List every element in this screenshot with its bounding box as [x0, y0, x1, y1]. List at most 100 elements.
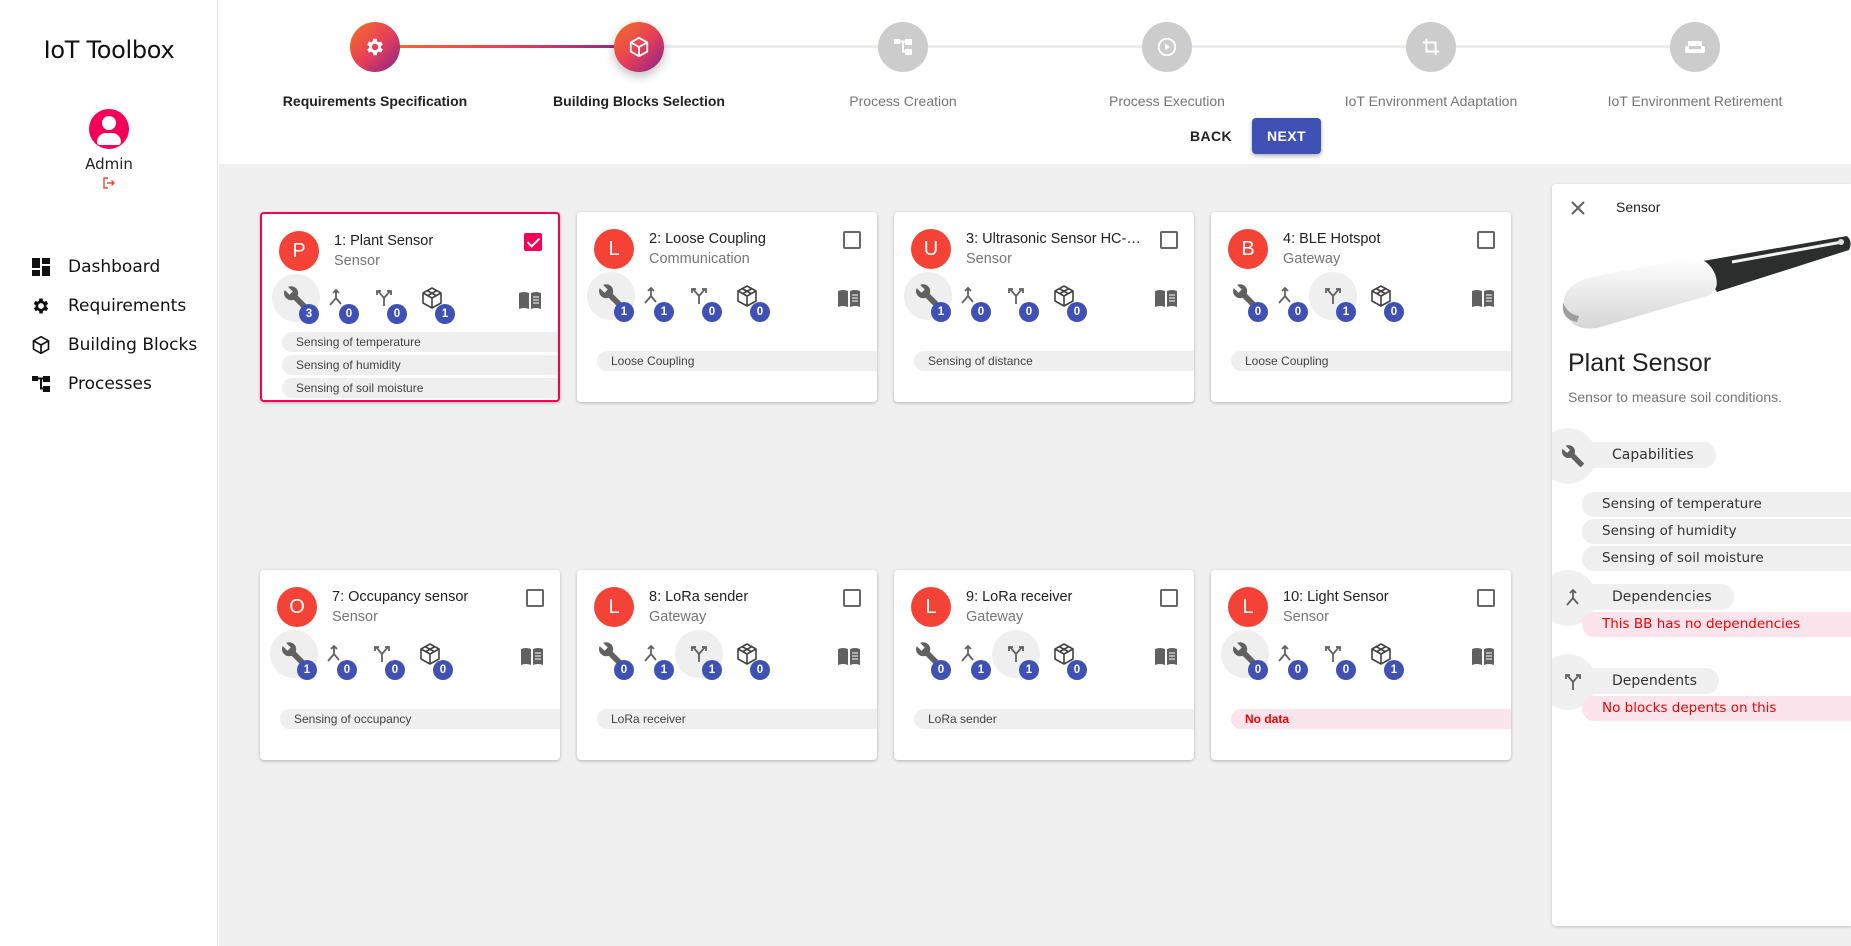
step-process-creation[interactable]: Process Creation [803, 22, 1003, 109]
dependents-stat[interactable]: 0 [992, 272, 1040, 322]
section-title: Dependents [1592, 668, 1719, 694]
documentation-book-icon[interactable] [1471, 288, 1495, 308]
resources-count-badge: 1 [435, 304, 455, 324]
select-checkbox[interactable] [524, 233, 542, 251]
step-iot-environment-adaptation[interactable]: IoT Environment Adaptation [1331, 22, 1531, 109]
card-title: 3: Ultrasonic Sensor HC-S... [966, 231, 1146, 247]
sidebar-item-requirements[interactable]: Requirements [0, 286, 218, 325]
dependencies-stat[interactable]: 0 [1261, 630, 1309, 680]
sidebar-item-building-blocks[interactable]: Building Blocks [0, 325, 218, 364]
dependencies-stat[interactable]: 1 [944, 630, 992, 680]
section-title: Capabilities [1592, 442, 1716, 468]
dependents-stat[interactable]: 1 [1309, 272, 1357, 322]
resources-stat[interactable]: 0 [723, 630, 771, 680]
dependents-stat[interactable]: 0 [1309, 630, 1357, 680]
user-avatar[interactable] [89, 109, 129, 149]
stepper-bar: Requirements Specification Building Bloc… [219, 0, 1851, 164]
dependents-stat[interactable]: 0 [358, 630, 406, 680]
building-block-card[interactable]: B 4: BLE Hotspot Gateway 0 0 1 0 Loose Coupling [1211, 212, 1511, 402]
select-checkbox[interactable] [1477, 231, 1495, 249]
capability-chip: Sensing of soil moisture [282, 378, 558, 398]
documentation-book-icon[interactable] [520, 646, 544, 666]
documentation-book-icon[interactable] [837, 288, 861, 308]
capability-chips: Sensing of temperature Sensing of humidit… [282, 332, 558, 400]
select-checkbox[interactable] [1160, 589, 1178, 607]
step-process-execution[interactable]: Process Execution [1067, 22, 1267, 109]
step-requirements-specification[interactable]: Requirements Specification [275, 22, 475, 109]
resources-stat[interactable]: 0 [1040, 630, 1088, 680]
card-stats: 1100 [587, 272, 867, 322]
card-type: Gateway [649, 609, 707, 625]
dependents-count-badge: 1 [1336, 302, 1356, 322]
dependents-count-badge: 1 [702, 660, 722, 680]
sidebar-item-processes[interactable]: Processes [0, 364, 218, 403]
card-type: Sensor [332, 609, 378, 625]
select-checkbox[interactable] [526, 589, 544, 607]
select-checkbox[interactable] [843, 589, 861, 607]
card-avatar: L [1228, 587, 1268, 627]
building-block-card[interactable]: L 2: Loose Coupling Communication 1 1 0 0 Loose… [577, 212, 877, 402]
building-block-card[interactable]: L 9: LoRa receiver Gateway 0 1 1 0 LoRa sender [894, 570, 1194, 760]
step-label: Requirements Specification [282, 93, 468, 109]
documentation-book-icon[interactable] [1154, 646, 1178, 666]
dependencies-stat[interactable]: 1 [627, 272, 675, 322]
dependents-count-badge: 0 [702, 302, 722, 322]
dependents-stat[interactable]: 0 [360, 274, 408, 324]
dependencies-stat[interactable]: 0 [944, 272, 992, 322]
dependencies-stat[interactable]: 0 [312, 274, 360, 324]
documentation-book-icon[interactable] [1154, 288, 1178, 308]
select-checkbox[interactable] [1160, 231, 1178, 249]
sidebar-nav: Dashboard Requirements Building Blocks P… [0, 247, 218, 403]
dashboard-icon [30, 256, 52, 278]
dependencies-count-badge: 1 [654, 660, 674, 680]
select-checkbox[interactable] [1477, 589, 1495, 607]
building-block-card[interactable]: O 7: Occupancy sensor Sensor 1 0 0 0 Sensing of… [260, 570, 560, 760]
close-icon[interactable] [1568, 198, 1588, 218]
dependents-count-badge: 0 [1336, 660, 1356, 680]
step-label: Process Creation [849, 93, 957, 109]
building-block-card[interactable]: P 1: Plant Sensor Sensor 3 0 0 1 Sensing of tem… [260, 212, 560, 402]
step-iot-environment-retirement[interactable]: IoT Environment Retirement [1595, 22, 1795, 109]
documentation-book-icon[interactable] [837, 646, 861, 666]
resources-count-badge: 0 [1067, 302, 1087, 322]
logout-icon[interactable] [102, 176, 116, 190]
select-checkbox[interactable] [843, 231, 861, 249]
dependents-stat[interactable]: 1 [675, 630, 723, 680]
dependency-empty-message: This BB has no dependencies [1582, 612, 1851, 637]
capability-item: Sensing of soil moisture [1582, 546, 1851, 571]
step-building-blocks-selection[interactable]: Building Blocks Selection [539, 22, 739, 109]
building-block-card[interactable]: U 3: Ultrasonic Sensor HC-S... Sensor 1 0 0 0 S… [894, 212, 1194, 402]
building-block-card[interactable]: L 8: LoRa sender Gateway 0 1 1 0 LoRa receiver [577, 570, 877, 760]
app-title: IoT Toolbox [43, 36, 175, 64]
building-block-card[interactable]: L 10: Light Sensor Sensor 0 0 0 1 No data [1211, 570, 1511, 760]
step-label: IoT Environment Retirement [1607, 93, 1783, 109]
crop-icon [1406, 22, 1456, 72]
dependents-stat[interactable]: 0 [675, 272, 723, 322]
documentation-book-icon[interactable] [1471, 646, 1495, 666]
next-button[interactable]: NEXT [1252, 118, 1321, 154]
documentation-book-icon[interactable] [518, 290, 542, 310]
card-title: 2: Loose Coupling [649, 231, 766, 247]
resources-stat[interactable]: 0 [406, 630, 454, 680]
resources-stat[interactable]: 0 [723, 272, 771, 322]
back-button[interactable]: BACK [1173, 118, 1249, 154]
dependencies-stat[interactable]: 1 [627, 630, 675, 680]
card-title: 9: LoRa receiver [966, 589, 1073, 605]
resources-stat[interactable]: 1 [1357, 630, 1405, 680]
resources-stat[interactable]: 0 [1357, 272, 1405, 322]
dependencies-stat[interactable]: 0 [310, 630, 358, 680]
card-avatar: L [911, 587, 951, 627]
resources-stat[interactable]: 0 [1040, 272, 1088, 322]
dependents-count-badge: 1 [1019, 660, 1039, 680]
resources-stat[interactable]: 1 [408, 274, 456, 324]
step-label: Process Execution [1109, 93, 1225, 109]
capability-chip: Sensing of humidity [282, 355, 558, 375]
dependencies-stat[interactable]: 0 [1261, 272, 1309, 322]
dependencies-count-badge: 0 [1288, 302, 1308, 322]
process-tree-icon [878, 22, 928, 72]
dependents-stat[interactable]: 1 [992, 630, 1040, 680]
capability-chip: Loose Coupling [597, 351, 877, 371]
card-type: Gateway [1283, 251, 1341, 267]
sidebar-item-dashboard[interactable]: Dashboard [0, 247, 218, 286]
card-stats: 3001 [272, 274, 552, 324]
